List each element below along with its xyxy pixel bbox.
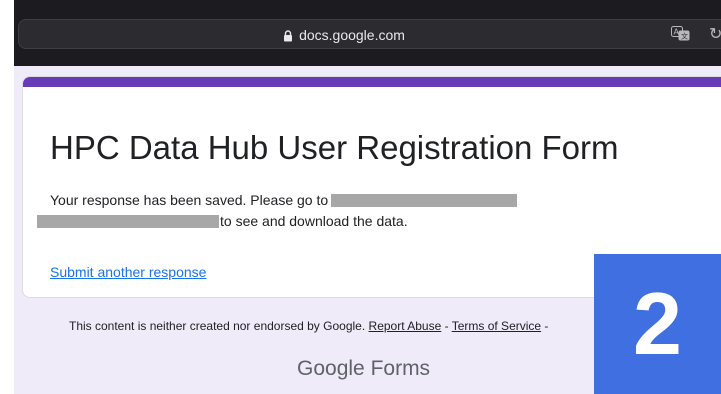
redacted-link-part1 xyxy=(331,194,518,207)
footer-separator-2: - xyxy=(544,319,549,333)
google-forms-logo[interactable]: Google Forms xyxy=(297,357,430,381)
svg-text:文: 文 xyxy=(681,32,688,41)
terms-link[interactable]: Terms of Service xyxy=(452,319,541,333)
translate-icon[interactable]: A 文 xyxy=(671,26,691,45)
redacted-link-part2 xyxy=(37,215,219,228)
footer-separator: - xyxy=(444,319,449,333)
brand-forms: Forms xyxy=(370,357,431,380)
url-text: docs.google.com xyxy=(299,27,405,43)
reload-icon[interactable]: ↻ xyxy=(709,24,721,44)
report-abuse-link[interactable]: Report Abuse xyxy=(369,319,442,333)
address-bar[interactable]: docs.google.com A 文 ↻ xyxy=(18,19,721,49)
brand-google: Google xyxy=(297,357,365,380)
lock-icon xyxy=(283,29,293,42)
disclaimer-text: This content is neither created nor endo… xyxy=(69,319,366,333)
confirmation-suffix: to see and download the data. xyxy=(220,213,408,229)
confirmation-text: Your response has been saved. Please go … xyxy=(50,192,329,208)
step-number-badge: 2 xyxy=(594,254,721,394)
url-display: docs.google.com xyxy=(19,20,669,50)
card-accent-bar xyxy=(23,77,721,87)
confirmation-message: Your response has been saved. Please go … xyxy=(37,190,610,232)
svg-text:A: A xyxy=(674,28,680,37)
submit-another-link[interactable]: Submit another response xyxy=(50,264,206,280)
step-number: 2 xyxy=(633,274,682,373)
browser-toolbar: docs.google.com A 文 ↻ xyxy=(14,0,721,66)
form-title: HPC Data Hub User Registration Form xyxy=(50,129,619,166)
footer-disclaimer: This content is neither created nor endo… xyxy=(69,319,548,333)
